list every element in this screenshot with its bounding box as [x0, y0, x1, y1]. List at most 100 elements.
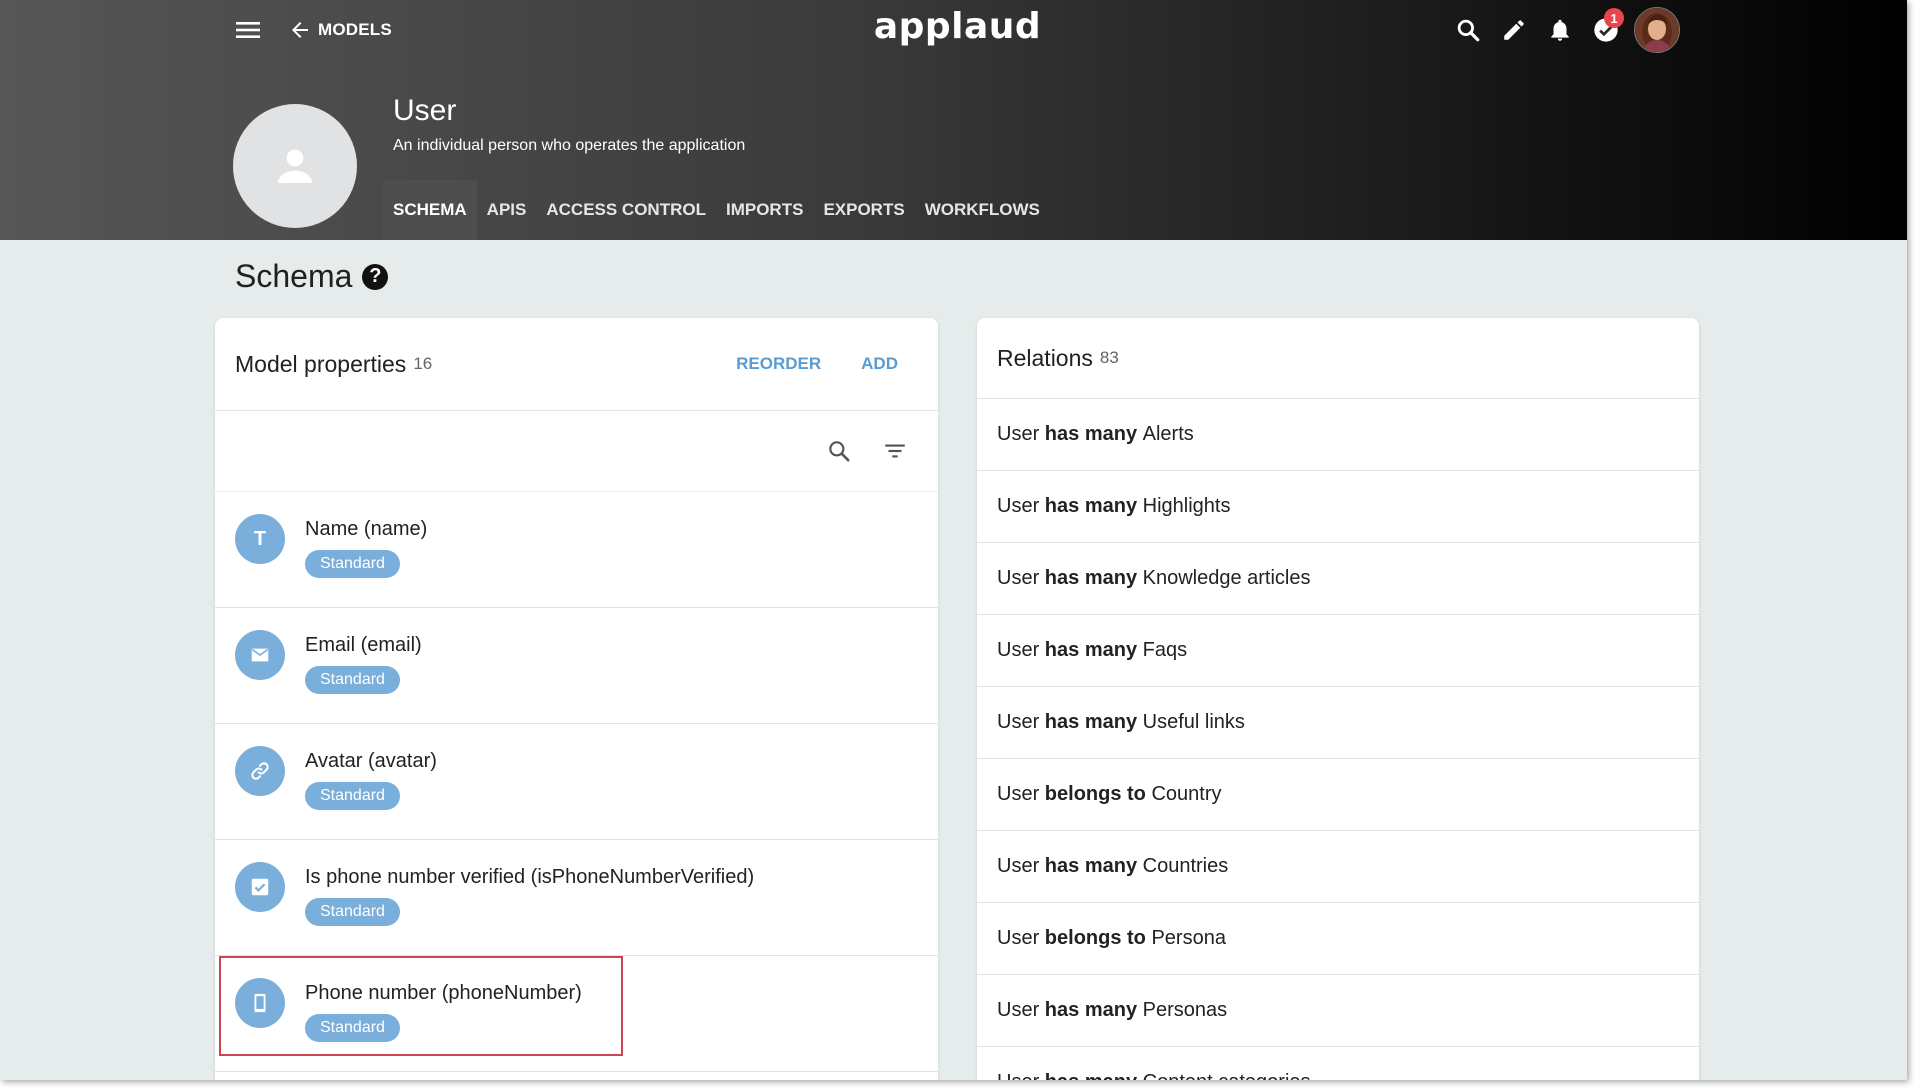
relation-subject: User	[997, 423, 1040, 445]
relation-subject: User	[997, 711, 1040, 733]
search-button[interactable]	[1450, 12, 1486, 48]
relation-verb: has many	[1044, 495, 1138, 517]
filter-icon	[885, 444, 905, 458]
relation-target: Highlights	[1142, 495, 1231, 517]
property-row[interactable]: Email (email) Standard	[215, 608, 938, 724]
relation-verb: has many	[1044, 567, 1138, 589]
notifications-button[interactable]	[1542, 12, 1578, 48]
model-properties-card: Model properties 16 REORDER ADD T Name (…	[215, 318, 938, 1080]
relation-target: Useful links	[1142, 711, 1245, 733]
relation-row[interactable]: User has many Useful links	[977, 687, 1699, 759]
relation-target: Persona	[1151, 927, 1226, 949]
relation-subject: User	[997, 999, 1040, 1021]
relation-row[interactable]: User has many Countries	[977, 831, 1699, 903]
relation-row[interactable]: User has many Content categories	[977, 1047, 1699, 1080]
section-title: Schema ?	[235, 258, 389, 295]
property-row[interactable]: T Name (name) Standard	[215, 492, 938, 608]
relations-count: 83	[1099, 348, 1119, 367]
relation-verb: belongs to	[1044, 783, 1146, 805]
app-header: MODELS applaud 1 User An individual pers…	[0, 0, 1907, 240]
mail-icon	[235, 630, 285, 680]
relation-row[interactable]: User has many Faqs	[977, 615, 1699, 687]
property-row[interactable]: Phone number (phoneNumber) Standard	[215, 956, 938, 1072]
property-row[interactable]: Avatar (avatar) Standard	[215, 724, 938, 840]
properties-count: 16	[413, 354, 433, 373]
properties-header: Model properties 16 REORDER ADD	[215, 318, 938, 411]
search-icon	[829, 441, 850, 462]
checkbox-icon	[235, 862, 285, 912]
tab-exports[interactable]: EXPORTS	[813, 180, 914, 240]
bell-icon	[1551, 19, 1569, 41]
relation-verb: has many	[1044, 711, 1138, 733]
relation-verb: has many	[1044, 855, 1138, 877]
user-photo	[1635, 8, 1679, 52]
relation-verb: has many	[1045, 1071, 1137, 1080]
model-avatar	[233, 104, 357, 228]
relations-card: Relations 83 User has many Alerts User h…	[977, 318, 1699, 1080]
relation-target: Personas	[1142, 999, 1228, 1021]
tab-workflows[interactable]: WORKFLOWS	[915, 180, 1050, 240]
relation-row[interactable]: User has many Personas	[977, 975, 1699, 1047]
search-properties-button[interactable]	[822, 434, 856, 468]
relation-subject: User	[997, 783, 1040, 805]
properties-actions: REORDER ADD	[736, 354, 918, 374]
relations-header: Relations 83	[977, 318, 1699, 399]
relation-row[interactable]: User belongs to Persona	[977, 903, 1699, 975]
model-description: An individual person who operates the ap…	[393, 137, 746, 154]
relation-subject: User	[997, 639, 1040, 661]
relation-verb: has many	[1044, 999, 1138, 1021]
model-tabs: SCHEMA APIS ACCESS CONTROL IMPORTS EXPOR…	[383, 180, 1050, 240]
relation-subject: User	[997, 495, 1040, 517]
property-type-badge: Standard	[305, 550, 400, 578]
relation-row[interactable]: User has many Highlights	[977, 471, 1699, 543]
relation-verb: belongs to	[1044, 927, 1146, 949]
relation-target: Countries	[1142, 855, 1229, 877]
tab-access-control[interactable]: ACCESS CONTROL	[536, 180, 716, 240]
tasks-button[interactable]: 1	[1588, 8, 1624, 48]
relation-verb: has many	[1044, 423, 1138, 445]
search-icon	[1457, 19, 1480, 42]
property-row[interactable]: Is phone number verified (isPhoneNumberV…	[215, 840, 938, 956]
model-title: User	[393, 94, 457, 127]
tab-schema[interactable]: SCHEMA	[383, 180, 477, 240]
add-property-button[interactable]: ADD	[861, 354, 898, 374]
property-name: Name (name)	[305, 518, 428, 540]
properties-toolbar	[215, 411, 938, 492]
relation-subject: User	[997, 855, 1040, 877]
relation-target: Knowledge articles	[1142, 567, 1311, 589]
header-actions: 1	[1450, 7, 1680, 53]
pencil-icon	[1504, 20, 1524, 40]
property-name: Email (email)	[305, 634, 422, 656]
tab-apis[interactable]: APIS	[477, 180, 537, 240]
app-window: MODELS applaud 1 User An individual pers…	[0, 0, 1907, 1080]
relation-row[interactable]: User has many Knowledge articles	[977, 543, 1699, 615]
text-type-icon: T	[235, 514, 285, 564]
relation-subject: User	[997, 927, 1040, 949]
filter-properties-button[interactable]	[878, 434, 912, 468]
relation-target: Alerts	[1142, 423, 1194, 445]
property-type-badge: Standard	[305, 1014, 400, 1042]
tab-imports[interactable]: IMPORTS	[716, 180, 813, 240]
relations-title: Relations	[997, 344, 1093, 371]
relation-subject: User	[997, 567, 1040, 589]
reorder-button[interactable]: REORDER	[736, 354, 821, 374]
section-title-text: Schema	[235, 258, 353, 294]
link-icon	[235, 746, 285, 796]
edit-button[interactable]	[1496, 12, 1532, 48]
relation-verb: has many	[1044, 639, 1138, 661]
property-name: Avatar (avatar)	[305, 750, 437, 772]
relation-target: Content categories	[1143, 1071, 1311, 1080]
relation-target: Faqs	[1142, 639, 1188, 661]
help-icon[interactable]: ?	[362, 263, 389, 290]
property-name: Phone number (phoneNumber)	[305, 982, 582, 1004]
properties-title: Model properties	[235, 350, 407, 377]
relation-target: Country	[1151, 783, 1222, 805]
relation-row[interactable]: User has many Alerts	[977, 399, 1699, 471]
user-avatar[interactable]	[1634, 7, 1680, 53]
property-type-badge: Standard	[305, 666, 400, 694]
relation-row[interactable]: User belongs to Country	[977, 759, 1699, 831]
property-type-badge: Standard	[305, 898, 400, 926]
notification-badge: 1	[1604, 8, 1624, 28]
person-icon	[278, 149, 312, 183]
property-name: Is phone number verified (isPhoneNumberV…	[305, 866, 755, 888]
